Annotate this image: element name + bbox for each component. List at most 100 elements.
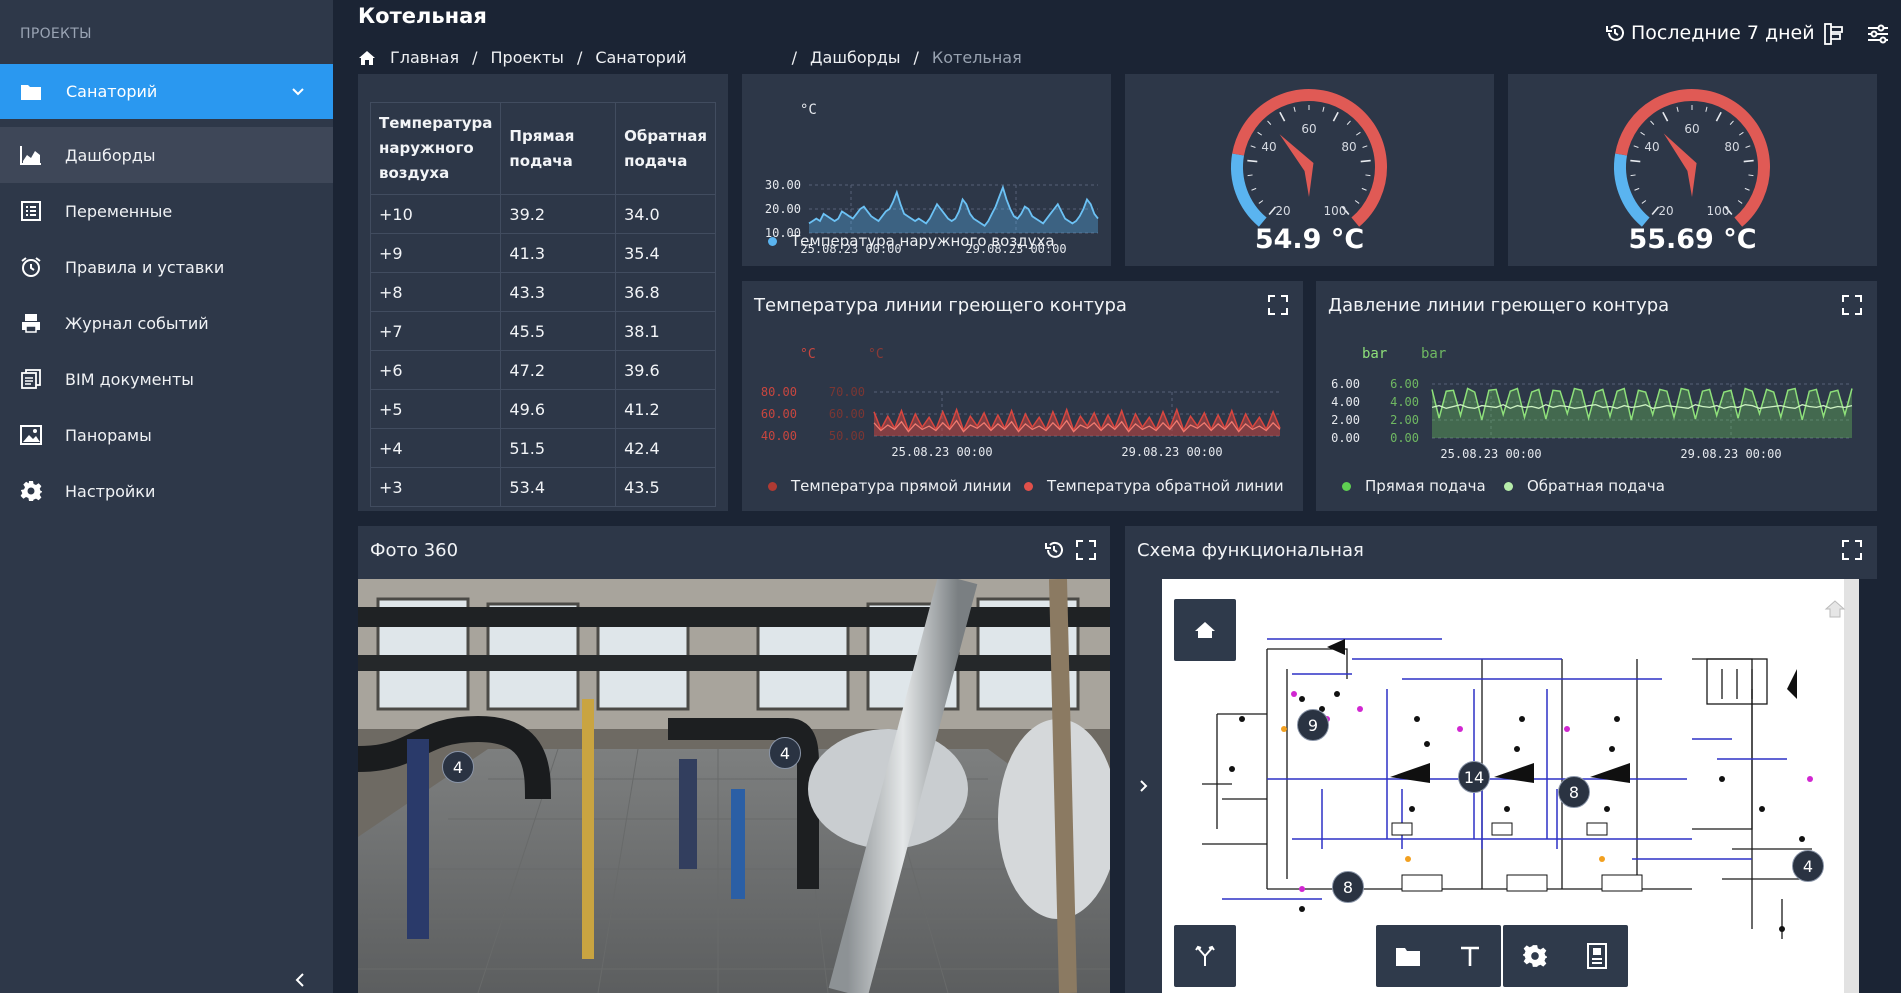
functional-schema-viewer[interactable]: 9 14 8 8 4 (1162, 579, 1859, 993)
gauge-needle (1663, 133, 1697, 197)
sidebar-item-events[interactable]: Журнал событий (0, 295, 333, 351)
y-tick-label: 6.00 (1390, 377, 1419, 391)
documents-icon (20, 368, 42, 390)
table-row: +3 53.4 43.5 (369, 467, 716, 507)
sidebar-item-panoramas[interactable]: Панорамы (0, 407, 333, 463)
schema-hotspot[interactable]: 8 (1558, 776, 1590, 808)
y-unit-label-2: °C (868, 347, 884, 362)
legend-supply-temp[interactable]: Температура прямой линии (768, 477, 1012, 495)
panorama-hotspot[interactable]: 4 (769, 737, 801, 769)
legend-supply-pressure[interactable]: Прямая подача (1342, 477, 1486, 495)
schema-hotspot[interactable]: 4 (1792, 850, 1824, 882)
y-tick-label: 0.00 (1331, 431, 1360, 445)
gauge-tick (1744, 187, 1750, 191)
gauge-tick-label: 40 (1261, 140, 1276, 154)
gauge-value: 55.69 °C (1628, 224, 1757, 255)
panel-title: Схема функциональная (1137, 540, 1364, 561)
chevron-down-icon[interactable] (283, 77, 313, 107)
home-view-button[interactable] (1174, 599, 1236, 661)
filter-icon[interactable] (1822, 22, 1846, 46)
fullscreen-icon[interactable] (1074, 538, 1098, 562)
boiler-room-photo (358, 579, 1110, 993)
project-selector[interactable]: Санаторий (0, 64, 333, 119)
text-icon (1460, 946, 1479, 966)
gauge-tick (1258, 200, 1264, 204)
heating-curve-table-panel: Температура наружного воздуха Прямая под… (358, 74, 728, 511)
panorama-viewer[interactable]: 4 4 (358, 579, 1110, 993)
gauge-tick-label: 80 (1724, 140, 1739, 154)
schema-hotspot[interactable]: 8 (1332, 871, 1364, 903)
legend-return-pressure[interactable]: Обратная подача (1504, 477, 1665, 495)
breadcrumb-separator: / (576, 48, 583, 67)
open-file-button[interactable] (1377, 925, 1439, 987)
y-tick-label: 20.00 (765, 202, 801, 216)
properties-button[interactable] (1566, 925, 1628, 987)
gauge-tick (1634, 187, 1640, 191)
sidebar-item-dashboards[interactable]: Дашборды (0, 127, 333, 183)
y-tick-label: 2.00 (1331, 413, 1360, 427)
table-row: +6 47.2 39.6 (369, 350, 716, 390)
gauge-tick (1748, 174, 1754, 177)
collapse-sidebar-icon[interactable] (288, 968, 312, 992)
settings-sliders-icon[interactable] (1866, 22, 1890, 46)
gauge-tick-label: 80 (1341, 140, 1356, 154)
table-row: +5 49.6 41.2 (369, 389, 716, 429)
explode-model-button[interactable] (1174, 925, 1236, 987)
time-range-picker[interactable]: Последние 7 дней (1605, 22, 1815, 44)
gauge-tick (1633, 145, 1639, 148)
breadcrumb-dashboards[interactable]: Дашборды (810, 48, 900, 67)
col-header-return: Обратная подача (615, 102, 716, 195)
expand-panel-icon[interactable] (1135, 777, 1153, 795)
legend-return-temp[interactable]: Температура обратной линии (1024, 477, 1284, 495)
sidebar-item-rules[interactable]: Правила и уставки (0, 239, 333, 295)
gauge-tick (1251, 187, 1257, 191)
legend-outdoor[interactable]: Температура наружного воздуха (768, 232, 1055, 250)
y-tick-label: 4.00 (1390, 395, 1419, 409)
gauge-tick (1361, 187, 1367, 191)
y-tick-label: 60.00 (761, 407, 797, 421)
gauge-tick (1250, 145, 1256, 148)
fullscreen-icon[interactable] (1840, 538, 1864, 562)
cell-return-temp: 42.4 (615, 428, 716, 468)
cell-outdoor-temp: +3 (369, 467, 502, 507)
legend-label: Температура наружного воздуха (791, 232, 1055, 250)
gauge-needle (1279, 134, 1314, 197)
sidebar-item-bim[interactable]: BIM документы (0, 351, 333, 407)
alarm-clock-icon (20, 256, 42, 278)
home-icon[interactable] (358, 50, 376, 66)
schema-tool-group-2 (1503, 925, 1628, 987)
breadcrumb-projects[interactable]: Проекты (491, 48, 564, 67)
sidebar-item-settings[interactable]: Настройки (0, 463, 333, 519)
schema-settings-button[interactable] (1504, 925, 1566, 987)
breadcrumb-project[interactable]: Санаторий (595, 48, 686, 67)
cell-outdoor-temp: +4 (369, 428, 502, 468)
schema-side-strip (1125, 579, 1162, 993)
gauge-tick-label: 60 (1684, 122, 1699, 136)
cell-supply-temp: 43.3 (500, 272, 617, 312)
sidebar-item-label: BIM документы (65, 369, 194, 389)
gauge-tick (1640, 131, 1646, 136)
gauge-tick (1630, 174, 1636, 177)
cell-return-temp: 35.4 (615, 233, 716, 273)
cell-outdoor-temp: +8 (369, 272, 502, 312)
history-icon[interactable] (1042, 538, 1066, 562)
legend-label: Обратная подача (1527, 477, 1665, 495)
y-tick-label: 40.00 (761, 429, 797, 443)
schema-hotspot[interactable]: 14 (1458, 761, 1490, 793)
breadcrumb-current: Котельная (931, 48, 1022, 67)
breadcrumb-home[interactable]: Главная (390, 48, 459, 67)
folder-icon (1395, 948, 1420, 966)
sidebar-item-label: Правила и уставки (65, 257, 225, 277)
cell-return-temp: 39.6 (615, 350, 716, 390)
schema-hotspot[interactable]: 9 (1297, 709, 1329, 741)
cell-supply-temp: 39.2 (500, 194, 617, 234)
sidebar: ПРОЕКТЫ Санаторий Дашборды Переменные Пр… (0, 0, 333, 993)
folder-icon (20, 83, 42, 101)
panorama-hotspot[interactable]: 4 (442, 751, 474, 783)
x-tick-label: 29.08.23 00:00 (1680, 447, 1781, 461)
breadcrumb-separator: / (913, 48, 919, 67)
cell-return-temp: 38.1 (615, 311, 716, 351)
sidebar-item-variables[interactable]: Переменные (0, 183, 333, 239)
table-row: +9 41.3 35.4 (369, 233, 716, 273)
text-tool-button[interactable] (1439, 925, 1501, 987)
